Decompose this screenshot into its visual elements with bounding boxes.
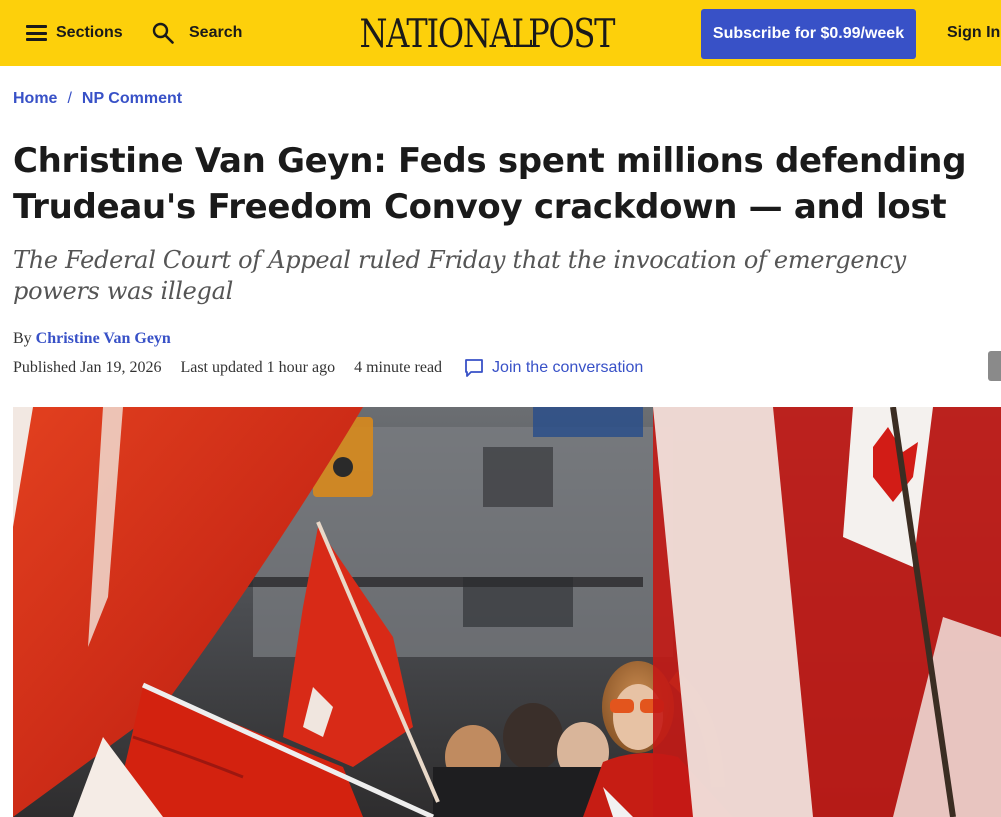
breadcrumb-home-link[interactable]: Home [13,90,57,108]
last-updated: Last updated 1 hour ago [180,359,336,376]
sections-label: Sections [56,24,123,41]
breadcrumb-np-comment-link[interactable]: NP Comment [82,90,182,108]
author-link[interactable]: Christine Van Geyn [36,330,171,347]
search-icon [152,22,174,44]
search-button[interactable]: Search [152,0,242,66]
byline: By Christine Van Geyn [13,330,171,348]
site-logo[interactable]: NATIONAL POST [359,12,615,57]
convoy-flags-photo [13,407,1001,817]
subscribe-button[interactable]: Subscribe for $0.99/week [701,9,916,59]
breadcrumb: Home / NP Comment [13,90,182,108]
article-meta: Published Jan 19, 2026 Last updated 1 ho… [13,357,643,379]
published-date: Published Jan 19, 2026 [13,359,162,376]
side-share-tab[interactable] [988,351,1001,381]
join-conversation-label: Join the conversation [492,359,644,376]
sections-menu-button[interactable]: Sections [26,0,123,66]
article-deck: The Federal Court of Appeal ruled Friday… [13,246,906,305]
article-lead-photo [13,407,1001,817]
read-time: 4 minute read [354,359,443,376]
comment-bubble-icon [465,359,483,377]
sign-in-link[interactable]: Sign In [947,0,1000,66]
logo-text-left: NATIONAL [359,11,532,57]
logo-text-right: POST [528,11,615,57]
search-label: Search [189,24,243,41]
top-header: Sections Search NATIONAL POST Subscribe … [0,0,1001,66]
breadcrumb-separator: / [67,90,72,107]
join-conversation-link[interactable]: Join the conversation [463,357,643,379]
byline-prefix: By [13,330,32,347]
article-headline: Christine Van Geyn: Feds spent millions … [13,141,967,227]
hamburger-menu-icon [26,25,47,41]
